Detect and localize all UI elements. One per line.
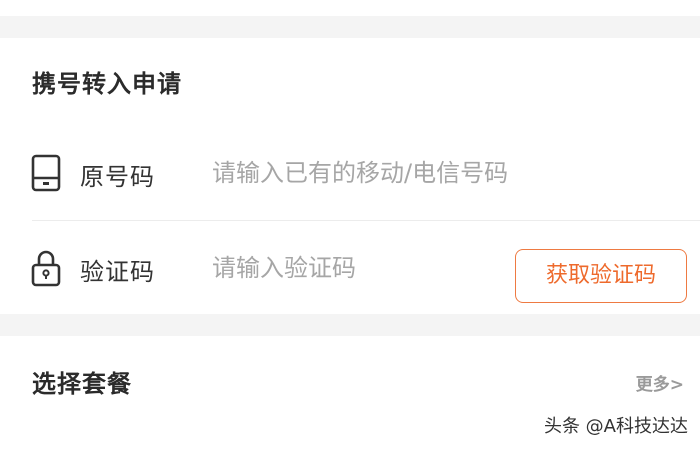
original-number-row: 原号码	[0, 133, 700, 213]
lock-icon	[31, 250, 61, 287]
verification-code-row: 验证码 获取验证码	[0, 228, 700, 308]
transfer-section-title: 携号转入申请	[32, 70, 182, 98]
get-verification-code-button[interactable]: 获取验证码	[515, 249, 687, 303]
transfer-card: 携号转入申请 原号码 验证码 获取验证码	[0, 38, 700, 314]
original-number-label: 原号码	[80, 163, 155, 191]
phone-icon	[31, 154, 61, 192]
package-section-title: 选择套餐	[32, 370, 132, 398]
original-number-input[interactable]	[212, 155, 552, 191]
row-divider	[32, 220, 700, 221]
more-packages-link[interactable]: 更多>	[636, 370, 684, 395]
verification-code-label: 验证码	[80, 258, 155, 286]
page: 携号转入申请 原号码 验证码 获取验证码 选择套餐 更多>	[0, 0, 700, 450]
verification-code-input[interactable]	[212, 250, 502, 286]
watermark: 头条 @A科技达达	[543, 416, 688, 437]
top-card-edge	[0, 0, 700, 16]
